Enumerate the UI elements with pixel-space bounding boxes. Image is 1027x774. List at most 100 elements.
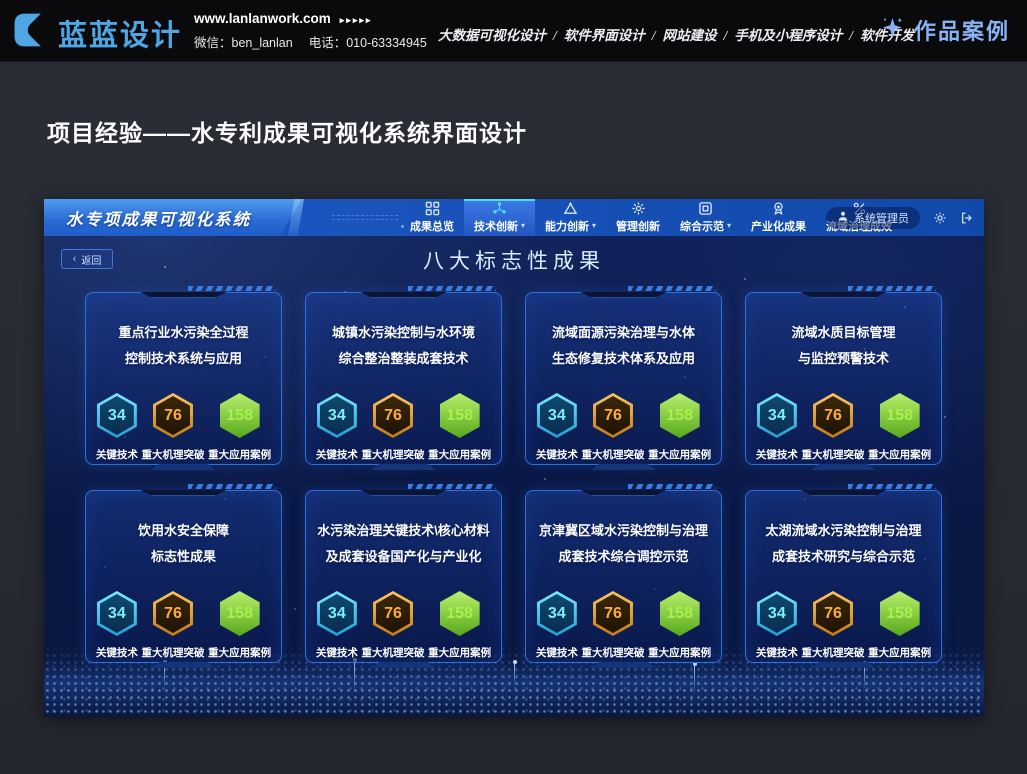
starfield-decoration (44, 236, 46, 238)
card-title: 流域水质目标管理 与监控预警技术 (746, 320, 941, 372)
site-header: 蓝蓝设计 www.lanlanwork.com▸▸▸▸▸ 微信：ben_lanl… (0, 0, 1027, 62)
nav-item-demo[interactable]: 综合示范▾ (670, 199, 741, 236)
hexagon-badge: 34 (317, 393, 357, 438)
triangle-icon (563, 202, 578, 216)
circuit-decoration (332, 212, 398, 224)
nav-item-overview[interactable]: 成果总览 (400, 199, 464, 236)
stat-value: 76 (604, 407, 622, 425)
nav-item-capability[interactable]: 能力创新▾ (535, 199, 606, 236)
stat-value: 76 (824, 605, 842, 623)
stat-key-tech: 34 关键技术 (536, 393, 578, 462)
app-nav-bar: 水专项成果可视化系统 成果总览技术创新▾能力创新▾管理创新综合示范▾产业化成果流… (44, 199, 984, 236)
card-stats: 34 关键技术 76 重大机理突破 158 重大应用案例 (746, 393, 941, 462)
achievement-card[interactable]: 流域面源污染治理与水体 生态修复技术体系及应用 34 关键技术 76 重大机理突… (525, 292, 722, 465)
nav-item-tech-innovation[interactable]: 技术创新▾ (464, 199, 535, 236)
service-item: 手机及小程序设计 (734, 28, 842, 43)
website-url[interactable]: www.lanlanwork.com (194, 11, 331, 26)
card-title-line1: 京津冀区域水污染控制与治理 (526, 518, 721, 544)
card-stripe-decoration (628, 484, 716, 489)
stat-label: 重大机理突破 (141, 447, 204, 462)
card-title: 饮用水安全保障 标志性成果 (86, 518, 281, 570)
hexagon-badge: 76 (153, 393, 193, 438)
hexagon-badge: 34 (757, 393, 797, 438)
hexagon-badge: 34 (537, 591, 577, 636)
card-stats: 34 关键技术 76 重大机理突破 158 重大应用案例 (86, 591, 281, 660)
settings-gear-icon[interactable] (933, 211, 947, 225)
section-title: 八大标志性成果 (44, 245, 984, 275)
phone-label: 电话： (309, 36, 347, 50)
nav-item-industrial[interactable]: 产业化成果 (741, 199, 816, 236)
wechat-label: 微信： (194, 36, 232, 50)
stat-value: 34 (768, 605, 786, 623)
chevron-down-icon: ▾ (521, 221, 525, 230)
card-title-line2: 生态修复技术体系及应用 (526, 346, 721, 372)
page-body: 项目经验——水专利成果可视化系统界面设计 水专项成果可视化系统 成果总览技术创新… (0, 62, 1027, 774)
user-account-button[interactable]: 系统管理员 (826, 207, 920, 229)
stat-label: 重大应用案例 (208, 645, 271, 660)
hexagon-badge: 34 (537, 393, 577, 438)
stat-breakthrough: 76 重大机理突破 (361, 591, 424, 660)
stat-value: 158 (226, 407, 253, 425)
card-top-notch-decoration (581, 292, 667, 298)
card-title-line2: 标志性成果 (86, 544, 281, 570)
card-stats: 34 关键技术 76 重大机理突破 158 重大应用案例 (86, 393, 281, 462)
achievement-card[interactable]: 流域水质目标管理 与监控预警技术 34 关键技术 76 重大机理突破 158 重… (745, 292, 942, 465)
nav-item-label: 能力创新 (545, 218, 589, 234)
stat-application: 158 重大应用案例 (208, 393, 271, 462)
card-title: 流域面源污染治理与水体 生态修复技术体系及应用 (526, 320, 721, 372)
hexagon-badge: 158 (220, 393, 260, 438)
achievement-card[interactable]: 重点行业水污染全过程 控制技术系统与应用 34 关键技术 76 重大机理突破 1… (85, 292, 282, 465)
stat-application: 158 重大应用案例 (868, 393, 931, 462)
hexagon-badge: 76 (813, 591, 853, 636)
card-title: 水污染治理关键技术\核心材料 及成套设备国产化与产业化 (306, 518, 501, 570)
card-title-line2: 及成套设备国产化与产业化 (306, 544, 501, 570)
chevron-down-icon: ▾ (592, 221, 596, 230)
app-logo-banner: 水专项成果可视化系统 (44, 199, 302, 236)
hexagon-badge: 76 (593, 591, 633, 636)
user-name: 系统管理员 (854, 210, 909, 226)
services-list: 大数据可视化设计/软件界面设计/网站建设/手机及小程序设计/软件开发 (438, 24, 914, 44)
stat-label: 关键技术 (756, 645, 798, 660)
card-top-notch-decoration (801, 292, 887, 298)
card-stripe-decoration (848, 286, 936, 291)
logout-icon[interactable] (960, 211, 974, 225)
card-bottom-notch-decoration (152, 464, 216, 470)
card-title-line2: 成套技术综合调控示范 (526, 544, 721, 570)
hexagon-badge: 158 (220, 591, 260, 636)
service-separator: / (652, 28, 656, 43)
nav-item-management[interactable]: 管理创新 (606, 199, 670, 236)
page-title: 项目经验——水专利成果可视化系统界面设计 (47, 114, 527, 148)
achievement-card[interactable]: 京津冀区域水污染控制与治理 成套技术综合调控示范 34 关键技术 76 重大机理… (525, 490, 722, 663)
achievement-card[interactable]: 水污染治理关键技术\核心材料 及成套设备国产化与产业化 34 关键技术 76 重… (305, 490, 502, 663)
stat-value: 158 (226, 605, 253, 623)
portfolio-link[interactable]: 作品案例 (880, 14, 1010, 46)
brand[interactable]: 蓝蓝设计 (10, 10, 182, 55)
stat-label: 重大应用案例 (208, 447, 271, 462)
achievement-card[interactable]: 太湖流域水污染控制与治理 成套技术研究与综合示范 34 关键技术 76 重大机理… (745, 490, 942, 663)
achievement-card[interactable]: 饮用水安全保障 标志性成果 34 关键技术 76 重大机理突破 158 重大应用… (85, 490, 282, 663)
phone-value: 010-63334945 (346, 36, 427, 50)
stat-key-tech: 34 关键技术 (316, 393, 358, 462)
card-title-line2: 与监控预警技术 (746, 346, 941, 372)
card-title: 重点行业水污染全过程 控制技术系统与应用 (86, 320, 281, 372)
stat-breakthrough: 76 重大机理突破 (801, 393, 864, 462)
hexagon-badge: 34 (97, 393, 137, 438)
stat-application: 158 重大应用案例 (428, 591, 491, 660)
card-title-line2: 综合整治整装成套技术 (306, 346, 501, 372)
hexagon-badge: 158 (880, 591, 920, 636)
service-separator: / (849, 28, 853, 43)
stat-value: 34 (768, 407, 786, 425)
stat-value: 76 (384, 407, 402, 425)
card-stripe-decoration (628, 286, 716, 291)
wechat-value: ben_lanlan (232, 36, 293, 50)
nav-item-label: 综合示范 (680, 218, 724, 234)
stat-label: 关键技术 (316, 447, 358, 462)
brand-logo-icon (10, 10, 50, 55)
hexagon-badge: 34 (97, 591, 137, 636)
achievement-card[interactable]: 城镇水污染控制与水环境 综合整治整装成套技术 34 关键技术 76 重大机理突破… (305, 292, 502, 465)
card-title-line1: 流域水质目标管理 (746, 320, 941, 346)
service-item: 软件界面设计 (564, 28, 645, 43)
card-stats: 34 关键技术 76 重大机理突破 158 重大应用案例 (526, 591, 721, 660)
stat-label: 重大机理突破 (801, 645, 864, 660)
stat-key-tech: 34 关键技术 (96, 393, 138, 462)
